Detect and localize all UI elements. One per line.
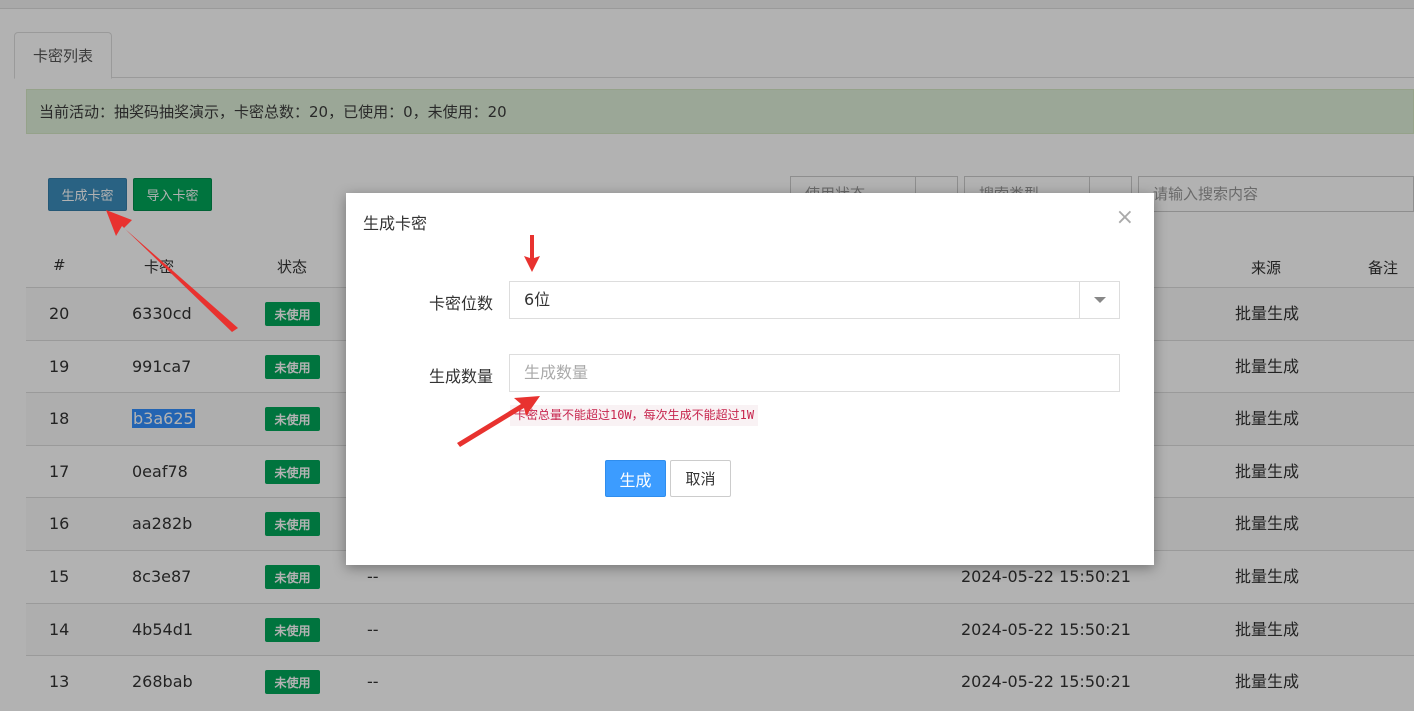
generate-cards-dialog: 生成卡密 × 卡密位数 6位 生成数量 生成数量 卡密总量不能超过10W，每次生… bbox=[346, 193, 1154, 565]
generate-count-label: 生成数量 bbox=[428, 367, 493, 386]
dialog-title: 生成卡密 bbox=[363, 214, 428, 233]
card-length-select[interactable]: 6位 bbox=[509, 281, 1120, 319]
card-length-value: 6位 bbox=[524, 290, 551, 309]
chevron-down-icon[interactable] bbox=[1079, 282, 1119, 318]
generate-limit-hint: 卡密总量不能超过10W，每次生成不能超过1W bbox=[510, 405, 759, 426]
generate-button[interactable]: 生成 bbox=[605, 460, 666, 497]
cancel-button[interactable]: 取消 bbox=[670, 460, 731, 497]
generate-count-input[interactable]: 生成数量 bbox=[509, 354, 1120, 392]
close-icon[interactable]: × bbox=[1116, 207, 1134, 229]
card-length-label: 卡密位数 bbox=[428, 294, 493, 313]
